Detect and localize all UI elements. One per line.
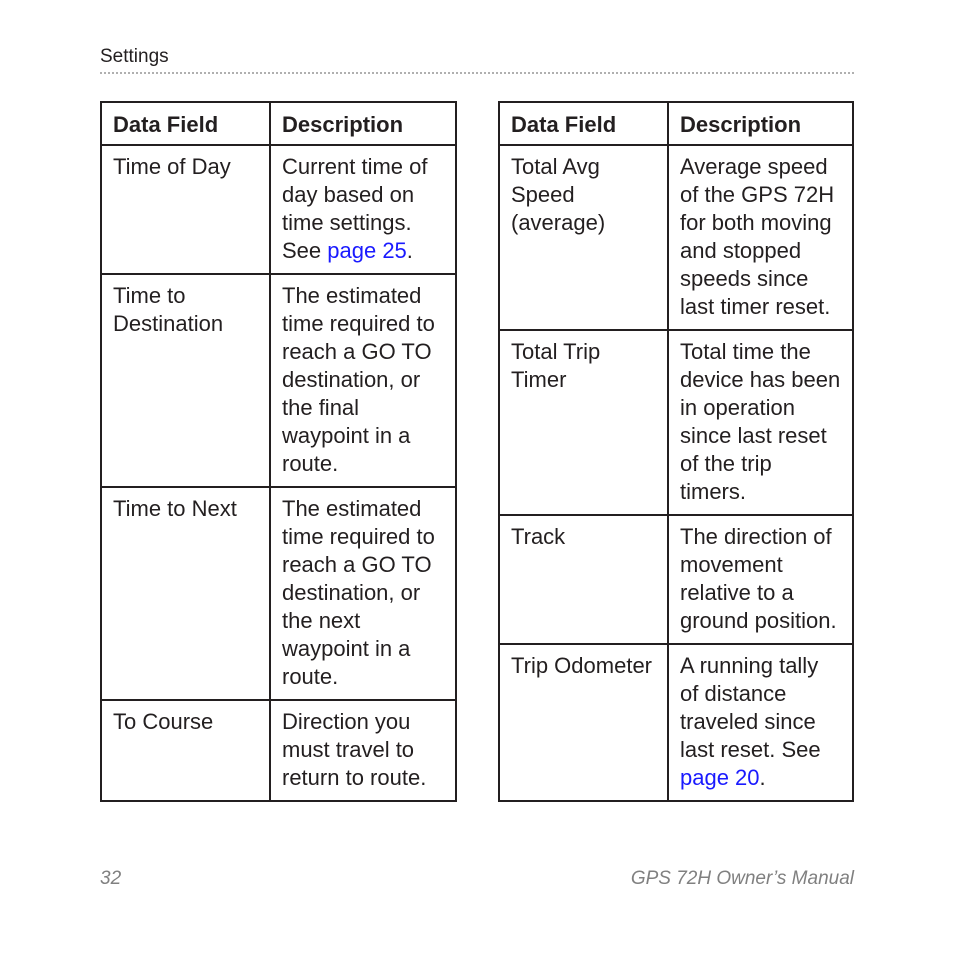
table-header-row: Data Field Description [498, 101, 854, 146]
table-row: To Course Direction you must travel to r… [100, 699, 457, 802]
table-row: Trip Odometer A running tally of distanc… [498, 643, 854, 802]
column-header-data-field: Data Field [100, 101, 271, 146]
field-description: The direction of movement relative to a … [667, 514, 854, 645]
section-header: Settings [100, 46, 169, 67]
field-name: Track [498, 514, 669, 645]
table-header-row: Data Field Description [100, 101, 457, 146]
table-row: Time of Day Current time of day based on… [100, 144, 457, 275]
page-number: 32 [100, 868, 122, 889]
field-name: Time to Destination [100, 273, 271, 488]
field-name: Total Trip Timer [498, 329, 669, 516]
field-name: Time of Day [100, 144, 271, 275]
table-row: Track The direction of movement relative… [498, 514, 854, 645]
field-name: To Course [100, 699, 271, 802]
column-header-description: Description [667, 101, 854, 146]
page-link[interactable]: page 25 [327, 238, 407, 263]
table-row: Time to Destination The estimated time r… [100, 273, 457, 488]
field-description: Average speed of the GPS 72H for both mo… [667, 144, 854, 331]
page-link[interactable]: page 20 [680, 765, 760, 790]
table-row: Total Trip Timer Total time the device h… [498, 329, 854, 516]
field-description: The estimated time required to reach a G… [269, 486, 457, 701]
description-tail: . [406, 238, 413, 263]
column-header-data-field: Data Field [498, 101, 669, 146]
field-name: Total Avg Speed (average) [498, 144, 669, 331]
table-row: Total Avg Speed (average) Average speed … [498, 144, 854, 331]
field-name: Time to Next [100, 486, 271, 701]
header-divider [100, 72, 854, 74]
field-name: Trip Odometer [498, 643, 669, 802]
table-row: Time to Next The estimated time required… [100, 486, 457, 701]
manual-title: GPS 72H Owner’s Manual [630, 868, 854, 889]
column-header-description: Description [269, 101, 457, 146]
data-fields-table-left: Data Field Description Time of Day Curre… [100, 101, 457, 802]
field-description: Total time the device has been in operat… [667, 329, 854, 516]
description-text: A running tally of distance traveled sin… [680, 653, 821, 762]
description-tail: . [759, 765, 766, 790]
field-description: The estimated time required to reach a G… [269, 273, 457, 488]
data-fields-table-right: Data Field Description Total Avg Speed (… [498, 101, 854, 802]
field-description: A running tally of distance traveled sin… [667, 643, 854, 802]
field-description: Current time of day based on time settin… [269, 144, 457, 275]
field-description: Direction you must travel to return to r… [269, 699, 457, 802]
